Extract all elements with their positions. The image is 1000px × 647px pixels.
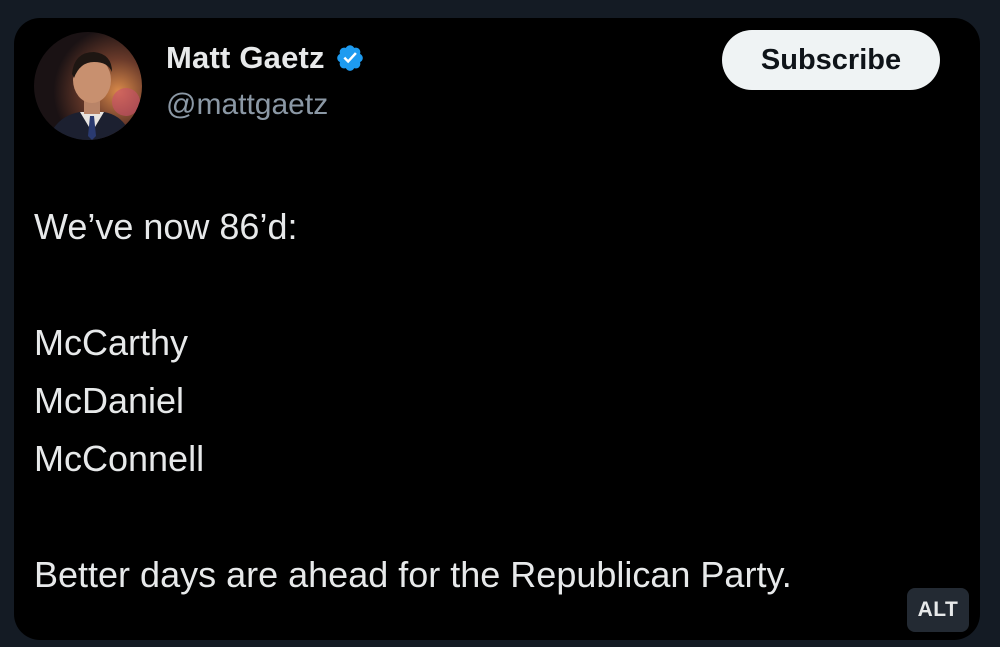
tweet-line-name: McCarthy [34, 322, 189, 363]
author-display-name[interactable]: Matt Gaetz [166, 42, 325, 73]
author-name-row: Matt Gaetz [166, 42, 365, 73]
line-break [34, 488, 964, 546]
line-break [34, 256, 964, 314]
verified-badge-icon[interactable] [335, 43, 365, 73]
avatar-image [34, 32, 142, 140]
author-handle[interactable]: @mattgaetz [166, 90, 328, 120]
tweet-line-intro: We’ve now 86’d: [34, 206, 298, 247]
tweet-line-closing: Better days are ahead for the Republican… [34, 554, 792, 595]
tweet-line-name: McDaniel [34, 380, 185, 421]
alt-text-badge[interactable]: ALT [907, 588, 969, 632]
avatar[interactable] [34, 32, 142, 140]
tweet-line-name: McConnell [34, 438, 205, 479]
subscribe-button[interactable]: Subscribe [722, 30, 940, 90]
tweet-card: Matt Gaetz @mattgaetz Subscribe We’ve no… [14, 18, 980, 640]
tweet-text: We’ve now 86’d: McCarthy McDaniel McConn… [34, 198, 964, 604]
